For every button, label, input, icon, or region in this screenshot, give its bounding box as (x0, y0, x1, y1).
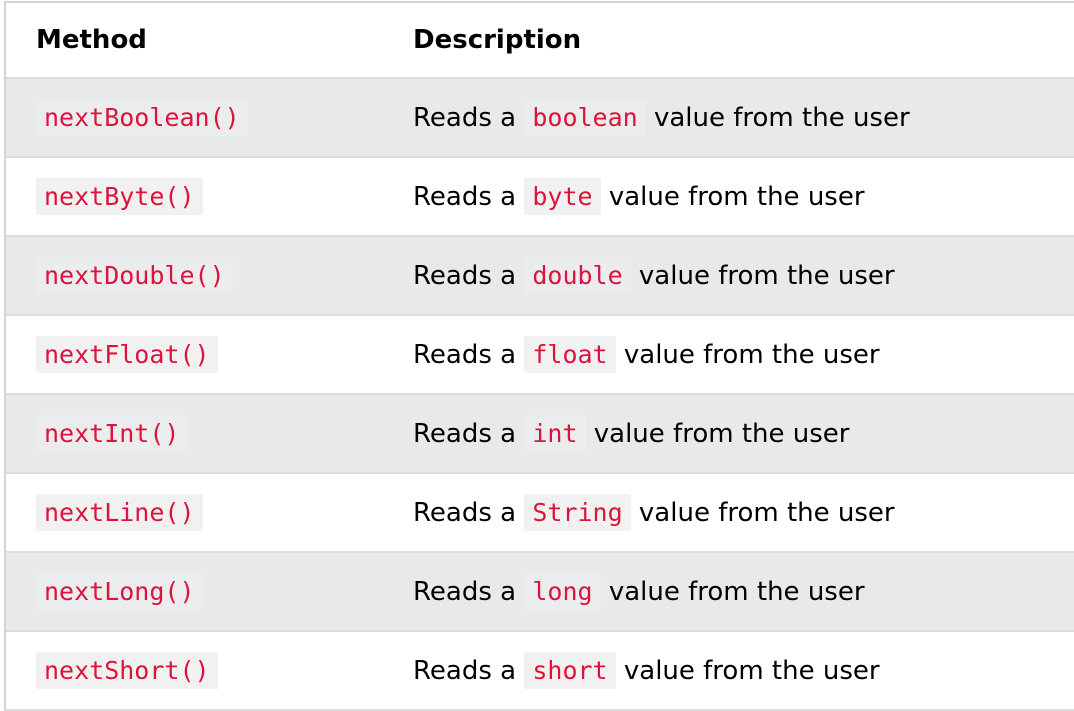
description-cell: Reads a double value from the user (406, 256, 1074, 294)
type-name: double (524, 256, 631, 294)
desc-prefix: Reads a (413, 260, 517, 291)
scanner-methods-table: Method Description nextBoolean() Reads a… (4, 1, 1074, 711)
table-row: nextBoolean() Reads a boolean value from… (6, 79, 1074, 158)
desc-suffix: value from the user (638, 260, 895, 291)
table-row: nextInt() Reads a int value from the use… (6, 395, 1074, 474)
desc-suffix: value from the user (623, 339, 880, 370)
description-cell: Reads a float value from the user (406, 335, 1074, 373)
table-row: nextByte() Reads a byte value from the u… (6, 158, 1074, 237)
method-name: nextFloat() (36, 336, 218, 373)
desc-prefix: Reads a (413, 102, 517, 133)
method-name: nextShort() (36, 652, 218, 689)
desc-suffix: value from the user (593, 418, 850, 449)
type-name: short (524, 651, 616, 689)
description-cell: Reads a short value from the user (406, 651, 1074, 689)
method-cell: nextLine() (6, 494, 406, 531)
type-name: boolean (524, 98, 646, 136)
method-cell: nextBoolean() (6, 99, 406, 136)
header-description: Description (413, 25, 582, 55)
desc-prefix: Reads a (413, 655, 517, 686)
desc-prefix: Reads a (413, 418, 517, 449)
method-cell: nextDouble() (6, 257, 406, 294)
desc-suffix: value from the user (623, 655, 880, 686)
header-method: Method (36, 25, 147, 55)
type-name: float (524, 335, 616, 373)
description-cell: Reads a byte value from the user (406, 177, 1074, 215)
desc-suffix: value from the user (653, 102, 910, 133)
description-cell: Reads a String value from the user (406, 493, 1074, 531)
desc-prefix: Reads a (413, 497, 517, 528)
description-cell: Reads a int value from the user (406, 414, 1074, 452)
method-cell: nextInt() (6, 415, 406, 452)
desc-suffix: value from the user (608, 576, 865, 607)
desc-suffix: value from the user (638, 497, 895, 528)
method-cell: nextFloat() (6, 336, 406, 373)
method-name: nextLine() (36, 494, 203, 531)
description-cell: Reads a long value from the user (406, 572, 1074, 610)
type-name: String (524, 493, 631, 531)
desc-prefix: Reads a (413, 181, 517, 212)
method-name: nextDouble() (36, 257, 233, 294)
table-row: nextLine() Reads a String value from the… (6, 474, 1074, 553)
method-cell: nextByte() (6, 178, 406, 215)
method-cell: nextShort() (6, 652, 406, 689)
method-name: nextBoolean() (36, 99, 248, 136)
table-row: nextLong() Reads a long value from the u… (6, 553, 1074, 632)
type-name: long (524, 572, 601, 610)
method-name: nextLong() (36, 573, 203, 610)
desc-suffix: value from the user (608, 181, 865, 212)
method-name: nextInt() (36, 415, 188, 452)
table-row: nextFloat() Reads a float value from the… (6, 316, 1074, 395)
desc-prefix: Reads a (413, 576, 517, 607)
table-row: nextDouble() Reads a double value from t… (6, 237, 1074, 316)
table-row: nextShort() Reads a short value from the… (6, 632, 1074, 711)
type-name: int (524, 414, 586, 452)
method-cell: nextLong() (6, 573, 406, 610)
type-name: byte (524, 177, 601, 215)
method-name: nextByte() (36, 178, 203, 215)
desc-prefix: Reads a (413, 339, 517, 370)
description-cell: Reads a boolean value from the user (406, 98, 1074, 136)
table-header: Method Description (6, 3, 1074, 79)
